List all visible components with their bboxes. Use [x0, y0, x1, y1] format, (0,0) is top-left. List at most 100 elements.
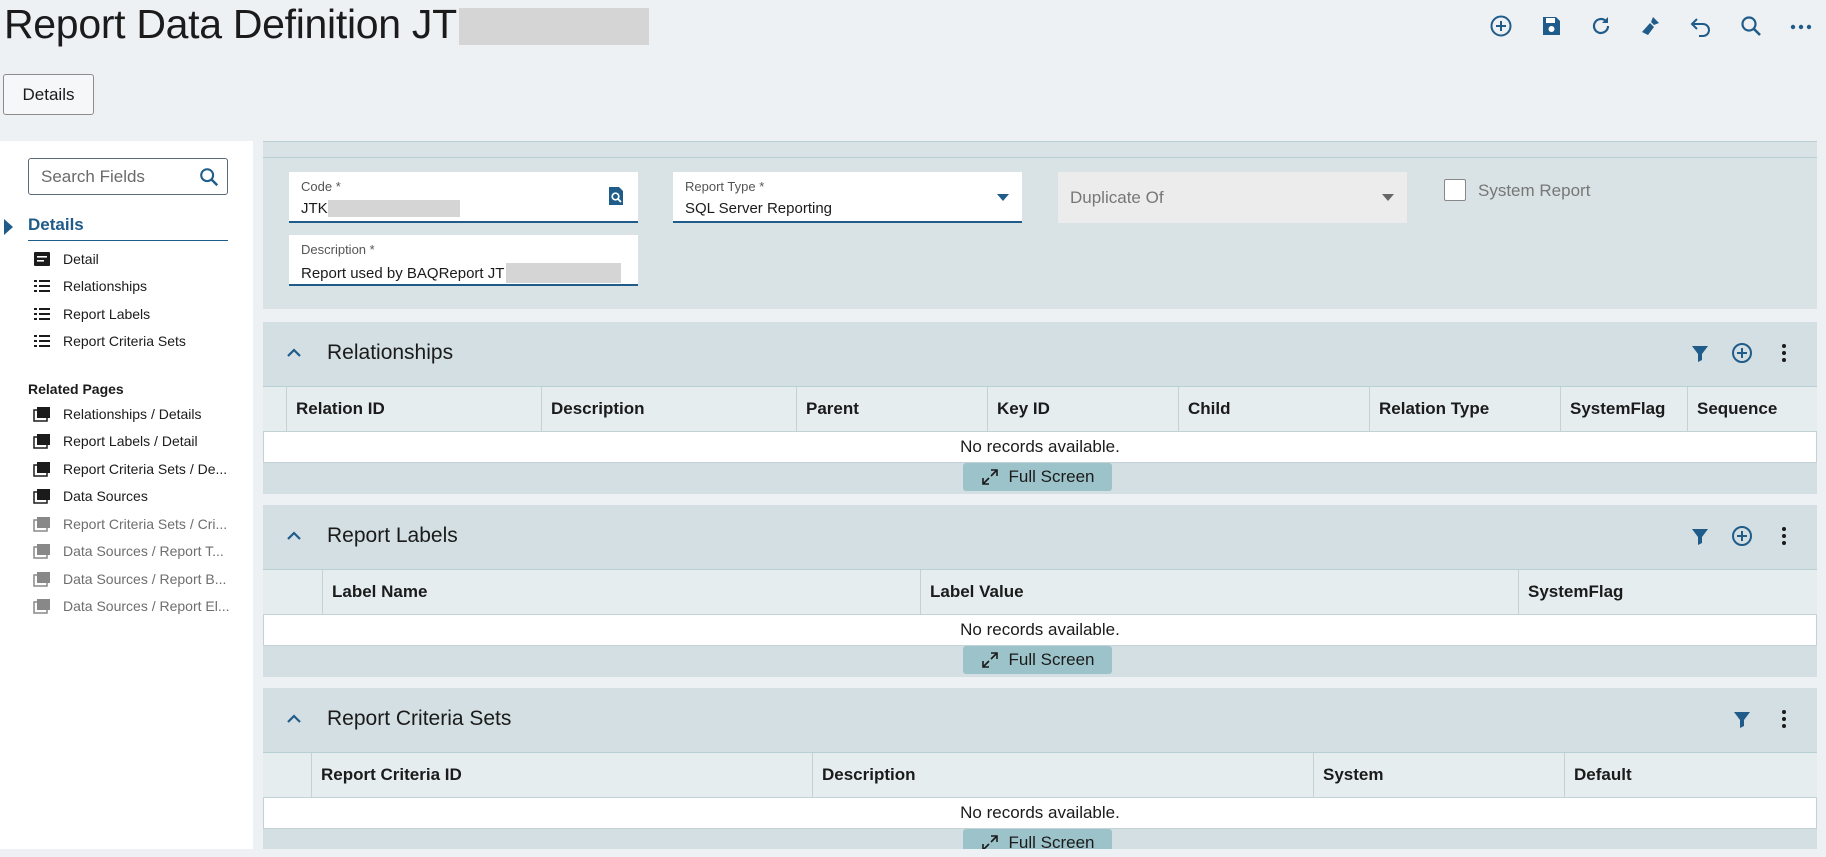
sidebar: Details Detail Relationships Report Labe…: [0, 141, 253, 849]
full-screen-button[interactable]: Full Screen: [963, 829, 1112, 849]
full-screen-button[interactable]: Full Screen: [963, 646, 1112, 674]
list-icon: [34, 335, 50, 348]
system-report-checkbox[interactable]: [1444, 179, 1466, 201]
refresh-icon[interactable]: [1576, 8, 1626, 44]
expand-icon: [981, 835, 998, 849]
search-icon[interactable]: [198, 166, 220, 188]
column-header[interactable]: Sequence: [1688, 387, 1817, 431]
nav-list: Detail Relationships Report Labels Repor…: [33, 245, 186, 355]
pages-icon: [33, 571, 50, 587]
report-type-value: SQL Server Reporting: [685, 200, 833, 217]
more-vertical-icon[interactable]: [1763, 338, 1805, 368]
code-value: JTK: [301, 200, 460, 217]
report-labels-panel: Report Labels Label Name Label Value Sys…: [263, 505, 1817, 677]
more-vertical-icon[interactable]: [1763, 521, 1805, 551]
code-label: Code *: [301, 179, 341, 194]
pages-icon: [33, 599, 50, 614]
chevron-down-icon: [1382, 194, 1394, 201]
column-header[interactable]: Key ID: [988, 387, 1179, 431]
nav-item-label: Detail: [63, 250, 99, 267]
grid-actions: [1721, 704, 1805, 734]
column-header[interactable]: Parent: [797, 387, 988, 431]
nav-item-relationships[interactable]: Relationships: [33, 273, 186, 301]
report-criteria-sets-grid: Report Criteria ID Description System De…: [263, 752, 1817, 829]
related-page-label: Data Sources: [63, 488, 148, 505]
report-criteria-sets-panel: Report Criteria Sets Report Criteria ID …: [263, 688, 1817, 849]
redacted-text: [506, 263, 622, 283]
nav-section-details[interactable]: Details: [28, 215, 228, 241]
pages-icon: [33, 489, 50, 504]
grid-column-headers: Relation ID Description Parent Key ID Ch…: [263, 387, 1817, 432]
search-icon[interactable]: [1726, 8, 1776, 44]
report-labels-title: Report Labels: [327, 524, 458, 547]
related-page-item[interactable]: Data Sources: [33, 483, 233, 511]
column-header[interactable]: Child: [1179, 387, 1370, 431]
more-icon[interactable]: [1776, 8, 1826, 44]
column-header[interactable]: Label Name: [323, 570, 921, 614]
code-text: JTK: [301, 200, 328, 217]
filter-icon[interactable]: [1721, 704, 1763, 734]
chevron-up-icon[interactable]: [285, 527, 303, 545]
add-icon[interactable]: [1476, 8, 1526, 44]
report-labels-grid: Label Name Label Value SystemFlag No rec…: [263, 569, 1817, 646]
clear-icon[interactable]: [1626, 8, 1676, 44]
related-page-item[interactable]: Report Labels / Detail: [33, 428, 233, 456]
full-screen-button[interactable]: Full Screen: [963, 463, 1112, 491]
report-type-dropdown[interactable]: Report Type * SQL Server Reporting: [673, 172, 1022, 223]
related-page-item: Data Sources / Report B...: [33, 565, 233, 593]
pages-icon: [33, 544, 50, 559]
chevron-up-icon[interactable]: [285, 344, 303, 362]
nav-item-report-labels[interactable]: Report Labels: [33, 300, 186, 328]
nav-item-report-criteria-sets[interactable]: Report Criteria Sets: [33, 328, 186, 356]
save-icon[interactable]: [1526, 8, 1576, 44]
list-icon: [34, 280, 50, 293]
pages-icon: [33, 461, 50, 477]
relationships-header: Relationships: [263, 322, 1817, 386]
more-vertical-icon[interactable]: [1763, 704, 1805, 734]
column-header[interactable]: SystemFlag: [1561, 387, 1688, 431]
no-records-message: No records available.: [263, 798, 1817, 829]
column-header[interactable]: System: [1314, 753, 1565, 797]
nav-item-label: Report Criteria Sets: [63, 333, 186, 350]
column-header[interactable]: Relation ID: [287, 387, 542, 431]
related-page-item: Report Criteria Sets / Cri...: [33, 510, 233, 538]
nav-item-detail[interactable]: Detail: [33, 245, 186, 273]
column-header[interactable]: Description: [542, 387, 797, 431]
page-title: Report Data Definition JT: [4, 0, 649, 48]
top-toolbar: [1476, 8, 1826, 44]
filter-icon[interactable]: [1679, 521, 1721, 551]
search-fields-input[interactable]: [29, 166, 189, 187]
report-criteria-sets-title: Report Criteria Sets: [327, 707, 512, 730]
chevron-up-icon[interactable]: [285, 710, 303, 728]
add-icon[interactable]: [1721, 338, 1763, 368]
description-label: Description *: [301, 242, 375, 257]
add-icon[interactable]: [1721, 521, 1763, 551]
description-field[interactable]: Description * Report used by BAQReport J…: [289, 235, 638, 286]
details-button[interactable]: Details: [3, 74, 94, 115]
undo-icon[interactable]: [1676, 8, 1726, 44]
page-title-text: Report Data Definition JT: [4, 0, 457, 47]
detail-icon: [34, 251, 50, 266]
column-header[interactable]: Description: [813, 753, 1314, 797]
related-page-item[interactable]: Report Criteria Sets / De...: [33, 455, 233, 483]
column-header[interactable]: SystemFlag: [1519, 570, 1817, 614]
report-labels-header: Report Labels: [263, 505, 1817, 569]
filter-icon[interactable]: [1679, 338, 1721, 368]
relationships-title: Relationships: [327, 341, 454, 364]
related-page-item: Data Sources / Report T...: [33, 538, 233, 566]
code-field[interactable]: Code * JTK: [289, 172, 638, 223]
lookup-icon[interactable]: [606, 186, 626, 206]
duplicate-of-dropdown[interactable]: Duplicate Of: [1058, 172, 1407, 223]
related-page-label: Report Criteria Sets / Cri...: [63, 515, 228, 532]
column-header[interactable]: Report Criteria ID: [312, 753, 813, 797]
related-page-item: Data Sources / Report El...: [33, 593, 233, 621]
pages-icon: [33, 516, 50, 532]
column-header[interactable]: Relation Type: [1370, 387, 1561, 431]
report-criteria-sets-header: Report Criteria Sets: [263, 688, 1817, 752]
search-fields[interactable]: [28, 158, 228, 195]
related-page-item[interactable]: Relationships / Details: [33, 400, 233, 428]
column-header[interactable]: Default: [1565, 753, 1817, 797]
column-header[interactable]: Label Value: [921, 570, 1519, 614]
grid-actions: [1679, 521, 1805, 551]
grid-column-headers: Report Criteria ID Description System De…: [263, 753, 1817, 798]
